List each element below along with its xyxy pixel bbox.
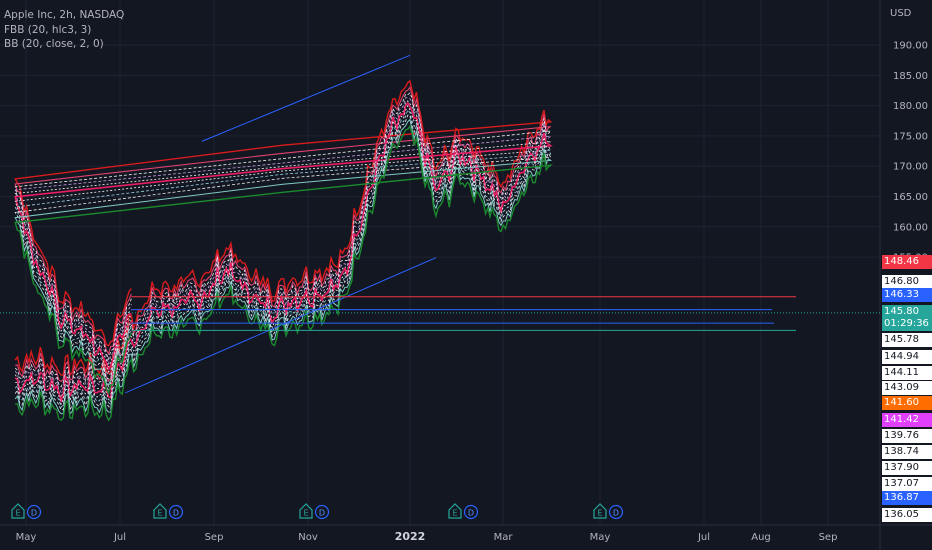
time-tick-label: May — [16, 532, 37, 543]
price-tick-label: 190.00 — [893, 41, 928, 52]
price-tag[interactable]: 146.80 — [882, 275, 932, 289]
time-tick-label: Mar — [494, 532, 514, 543]
legend-fbb[interactable]: FBB (20, hlc3, 3) — [4, 23, 124, 38]
legend-bb[interactable]: BB (20, close, 2, 0) — [4, 37, 124, 52]
price-tag[interactable]: 145.78 — [882, 333, 932, 347]
event-letter: D — [319, 509, 325, 518]
price-tag[interactable]: 141.42 — [882, 413, 932, 427]
fbb-lower-4[interactable] — [14, 109, 552, 409]
event-letter: E — [303, 509, 308, 518]
time-tick-label: Jul — [113, 532, 126, 543]
time-tick-label: Aug — [751, 532, 771, 543]
fbb-upper-2[interactable] — [14, 86, 551, 383]
fbb-upper-band[interactable] — [14, 79, 553, 377]
price-tag[interactable]: 146.33 — [882, 288, 932, 302]
time-tick-label: Jul — [697, 532, 710, 543]
price-tag[interactable]: 138.74 — [882, 445, 932, 459]
price-tag[interactable]: 139.76 — [882, 429, 932, 443]
price-tag[interactable]: 144.11 — [882, 366, 932, 380]
price-tag[interactable]: 136.05 — [882, 508, 932, 522]
time-tick-label: Nov — [298, 532, 318, 543]
time-tick-label: Sep — [819, 532, 838, 543]
event-letter: E — [597, 509, 602, 518]
price-tick-label: 185.00 — [893, 71, 928, 82]
price-tag[interactable]: 143.09 — [882, 381, 932, 395]
fbb-upper-3[interactable] — [14, 92, 552, 388]
event-letter: D — [613, 509, 619, 518]
price-tag[interactable]: 136.87 — [882, 491, 932, 505]
chart-app: 190.00 185.00 180.00 175.00 170.00 165.00 160.… — [0, 0, 932, 550]
price-tag[interactable]: 144.94 — [882, 350, 932, 364]
price-tick-label: 160.00 — [893, 222, 928, 233]
time-tick-label: 2022 — [395, 530, 426, 543]
price-tag[interactable]: 137.07 — [882, 477, 932, 491]
price-tick-label: 170.00 — [893, 162, 928, 173]
event-letter: D — [468, 509, 474, 518]
price-tick-label: 175.00 — [893, 131, 928, 142]
time-tick-label: May — [590, 532, 611, 543]
price-tag[interactable]: 141.60 — [882, 396, 932, 410]
price-tick-label: 180.00 — [893, 101, 928, 112]
event-letter: D — [173, 509, 179, 518]
chart-legend: Apple Inc, 2h, NASDAQ FBB (20, hlc3, 3) … — [4, 8, 124, 52]
price-tag[interactable]: 01:29:36 — [882, 317, 932, 331]
price-tag[interactable]: 148.46 — [882, 255, 932, 269]
event-letter: E — [157, 509, 162, 518]
currency-label[interactable]: USD — [890, 8, 911, 19]
price-chart[interactable]: 190.00 185.00 180.00 175.00 170.00 165.00 160.… — [0, 0, 932, 550]
event-letter: E — [15, 509, 20, 518]
trendline-1[interactable] — [201, 54, 411, 142]
legend-symbol[interactable]: Apple Inc, 2h, NASDAQ — [4, 8, 124, 23]
time-tick-label: Sep — [205, 532, 224, 543]
event-letter: D — [31, 509, 37, 518]
price-tick-label: 165.00 — [893, 192, 928, 203]
event-letter: E — [452, 509, 457, 518]
price-tag[interactable]: 137.90 — [882, 461, 932, 475]
